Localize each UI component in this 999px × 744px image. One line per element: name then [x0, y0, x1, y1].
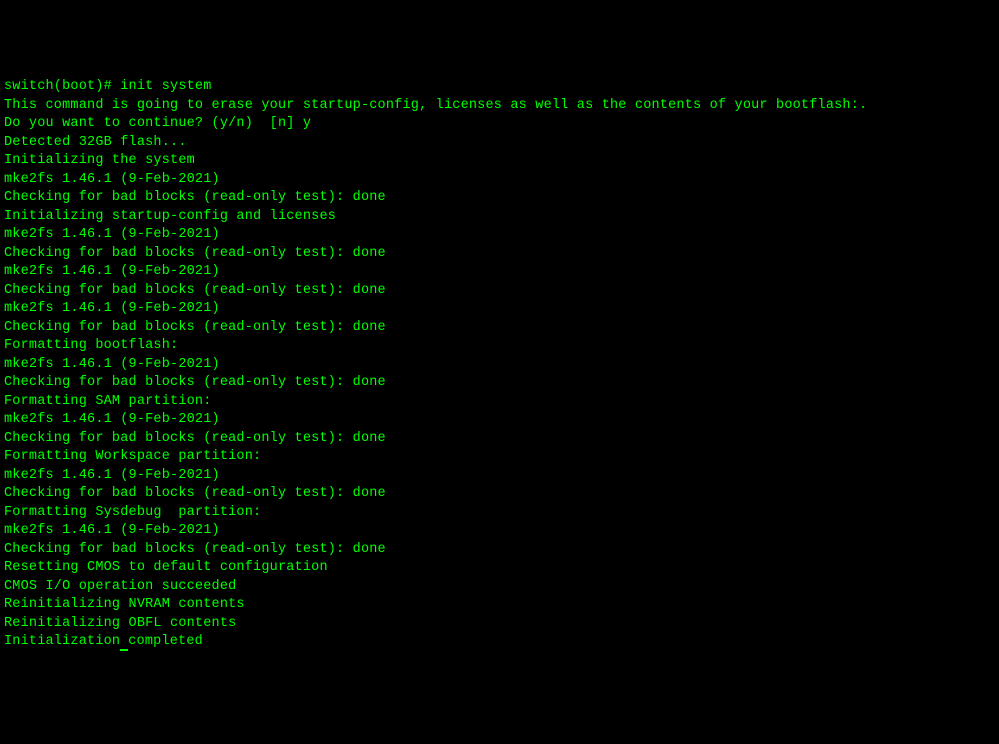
terminal-line: Detected 32GB flash... — [4, 134, 995, 153]
terminal-line: Formatting bootflash: — [4, 337, 995, 356]
terminal-line: mke2fs 1.46.1 (9-Feb-2021) — [4, 522, 995, 541]
terminal-line: Formatting Workspace partition: — [4, 448, 995, 467]
terminal-line: Formatting SAM partition: — [4, 393, 995, 412]
terminal-line: This command is going to erase your star… — [4, 97, 995, 116]
terminal-output[interactable]: switch(boot)# init systemThis command is… — [4, 78, 995, 652]
terminal-line: Checking for bad blocks (read-only test)… — [4, 374, 995, 393]
terminal-line: mke2fs 1.46.1 (9-Feb-2021) — [4, 467, 995, 486]
terminal-line: mke2fs 1.46.1 (9-Feb-2021) — [4, 263, 995, 282]
terminal-line: mke2fs 1.46.1 (9-Feb-2021) — [4, 226, 995, 245]
terminal-line: Checking for bad blocks (read-only test)… — [4, 430, 995, 449]
terminal-line: Checking for bad blocks (read-only test)… — [4, 319, 995, 338]
terminal-line: Reinitializing OBFL contents — [4, 615, 995, 634]
terminal-line: Formatting Sysdebug partition: — [4, 504, 995, 523]
terminal-line: mke2fs 1.46.1 (9-Feb-2021) — [4, 411, 995, 430]
terminal-line: Reinitializing NVRAM contents — [4, 596, 995, 615]
terminal-line: mke2fs 1.46.1 (9-Feb-2021) — [4, 300, 995, 319]
terminal-line: mke2fs 1.46.1 (9-Feb-2021) — [4, 356, 995, 375]
cursor — [120, 649, 128, 651]
terminal-line: switch(boot)# init system — [4, 78, 995, 97]
terminal-line: Initializing the system — [4, 152, 995, 171]
terminal-line: Checking for bad blocks (read-only test)… — [4, 189, 995, 208]
terminal-line: mke2fs 1.46.1 (9-Feb-2021) — [4, 171, 995, 190]
terminal-line: Checking for bad blocks (read-only test)… — [4, 245, 995, 264]
terminal-line: Initializing startup-config and licenses — [4, 208, 995, 227]
terminal-line: Do you want to continue? (y/n) [n] y — [4, 115, 995, 134]
terminal-line: Checking for bad blocks (read-only test)… — [4, 541, 995, 560]
terminal-line: Checking for bad blocks (read-only test)… — [4, 282, 995, 301]
terminal-line: CMOS I/O operation succeeded — [4, 578, 995, 597]
terminal-line: Checking for bad blocks (read-only test)… — [4, 485, 995, 504]
terminal-line: Resetting CMOS to default configuration — [4, 559, 995, 578]
terminal-line: Initializationcompleted — [4, 633, 995, 652]
